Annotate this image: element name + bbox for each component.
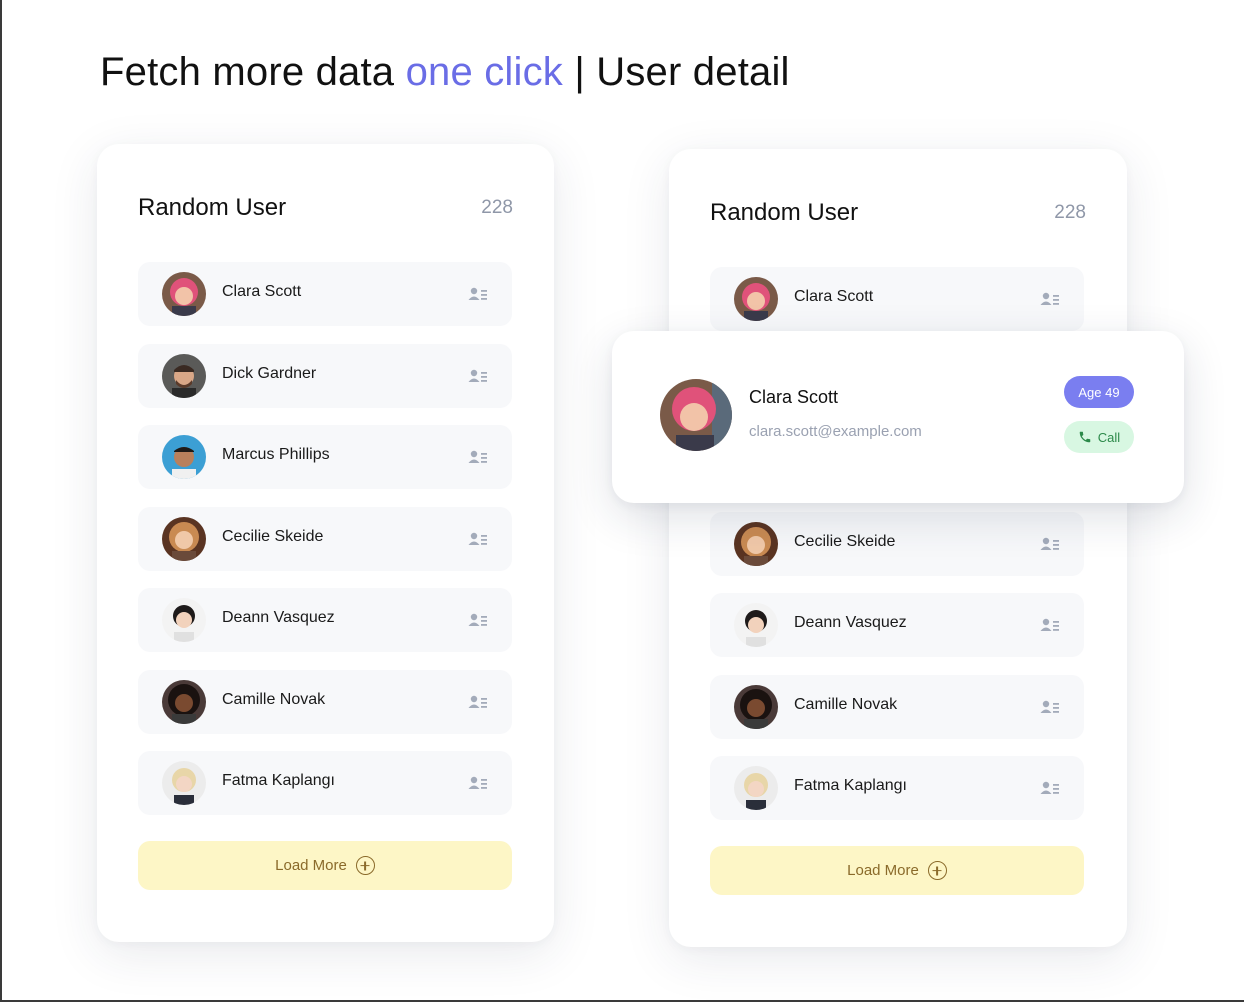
user-details-icon[interactable] xyxy=(1040,617,1060,633)
headline-part-2: | User detail xyxy=(563,50,790,94)
card-title: Random User xyxy=(138,194,287,221)
user-name: Fatma Kaplangı xyxy=(794,777,907,794)
plus-circle-icon xyxy=(927,861,947,880)
user-name: Deann Vasquez xyxy=(222,609,335,626)
user-name: Deann Vasquez xyxy=(794,614,907,631)
plus-circle-icon xyxy=(355,856,375,875)
user-details-icon[interactable] xyxy=(1040,699,1060,715)
user-row-dick-gardner[interactable]: Dick Gardner xyxy=(138,344,512,408)
avatar xyxy=(162,680,206,724)
avatar xyxy=(734,277,778,321)
user-detail-popup: Clara Scott clara.scott@example.com Age … xyxy=(612,331,1184,503)
headline-part-1: Fetch more data xyxy=(100,50,406,94)
load-more-button[interactable]: Load More xyxy=(138,841,512,890)
detail-name: Clara Scott xyxy=(749,387,839,407)
user-row-clara-scott[interactable]: Clara Scott xyxy=(710,267,1084,331)
age-badge: Age 49 xyxy=(1064,376,1134,408)
random-user-card-right: Random User 228 Clara Scott Cecilie Skei… xyxy=(669,149,1127,947)
user-name: Camille Novak xyxy=(794,696,898,713)
avatar xyxy=(734,603,778,647)
detail-email[interactable]: clara.scott@example.com xyxy=(749,423,922,440)
avatar xyxy=(162,598,206,642)
avatar xyxy=(734,522,778,566)
user-row-camille-novak[interactable]: Camille Novak xyxy=(710,675,1084,739)
avatar xyxy=(162,354,206,398)
user-count: 228 xyxy=(1054,202,1086,223)
user-details-icon[interactable] xyxy=(1040,536,1060,552)
user-name: Dick Gardner xyxy=(222,365,317,382)
user-details-icon[interactable] xyxy=(468,449,488,465)
random-user-card-left: Random User 228 Clara Scott Dick Gardner… xyxy=(97,144,554,942)
user-details-icon[interactable] xyxy=(468,612,488,628)
avatar xyxy=(162,435,206,479)
user-row-clara-scott[interactable]: Clara Scott xyxy=(138,262,512,326)
load-more-button[interactable]: Load More xyxy=(710,846,1084,895)
phone-icon xyxy=(1079,431,1091,443)
call-button[interactable]: Call xyxy=(1064,421,1134,453)
user-row-marcus-phillips[interactable]: Marcus Phillips xyxy=(138,425,512,489)
user-details-icon[interactable] xyxy=(1040,291,1060,307)
load-more-label: Load More xyxy=(275,857,347,874)
user-row-fatma-kaplangi[interactable]: Fatma Kaplangı xyxy=(710,756,1084,820)
headline-accent: one click xyxy=(405,50,564,94)
page-headline: Fetch more data one click | User detail xyxy=(100,50,790,95)
user-details-icon[interactable] xyxy=(468,775,488,791)
user-row-deann-vasquez[interactable]: Deann Vasquez xyxy=(710,593,1084,657)
user-row-camille-novak[interactable]: Camille Novak xyxy=(138,670,512,734)
user-details-icon[interactable] xyxy=(468,286,488,302)
user-name: Clara Scott xyxy=(222,283,302,300)
card-title: Random User xyxy=(710,199,859,226)
user-details-icon[interactable] xyxy=(1040,780,1060,796)
user-name: Cecilie Skeide xyxy=(794,533,896,550)
avatar xyxy=(162,517,206,561)
user-details-icon[interactable] xyxy=(468,368,488,384)
user-name: Marcus Phillips xyxy=(222,446,330,463)
avatar xyxy=(162,272,206,316)
user-row-fatma-kaplangi[interactable]: Fatma Kaplangı xyxy=(138,751,512,815)
avatar xyxy=(734,766,778,810)
user-row-cecilie-skeide[interactable]: Cecilie Skeide xyxy=(138,507,512,571)
user-row-deann-vasquez[interactable]: Deann Vasquez xyxy=(138,588,512,652)
detail-avatar xyxy=(660,379,732,451)
user-details-icon[interactable] xyxy=(468,694,488,710)
user-name: Cecilie Skeide xyxy=(222,528,324,545)
user-name: Clara Scott xyxy=(794,288,874,305)
user-name: Camille Novak xyxy=(222,691,326,708)
avatar xyxy=(734,685,778,729)
user-row-cecilie-skeide[interactable]: Cecilie Skeide xyxy=(710,512,1084,576)
avatar xyxy=(162,761,206,805)
call-label: Call xyxy=(1097,429,1121,445)
user-count: 228 xyxy=(481,197,513,218)
user-details-icon[interactable] xyxy=(468,531,488,547)
user-name: Fatma Kaplangı xyxy=(222,772,335,789)
load-more-label: Load More xyxy=(847,862,919,879)
